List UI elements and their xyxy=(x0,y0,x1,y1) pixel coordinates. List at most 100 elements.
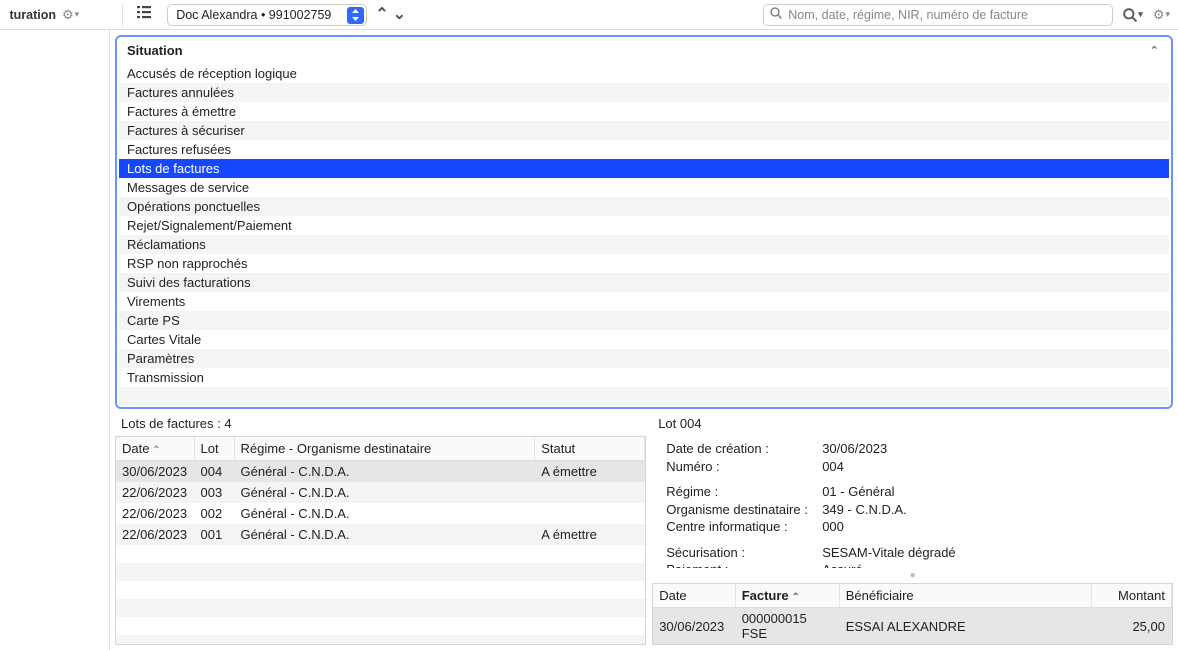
situation-item[interactable]: Factures refusées xyxy=(119,140,1169,159)
view-settings-menu[interactable]: ⚙︎▾ xyxy=(1153,7,1170,23)
table-cell: A émettre xyxy=(535,461,645,483)
situation-item[interactable]: Factures à émettre xyxy=(119,102,1169,121)
resize-handle-icon[interactable]: ● xyxy=(652,568,1173,583)
record-prev-next[interactable]: ⌃ ⌄ xyxy=(373,7,408,23)
detail-key: Paiement : xyxy=(666,561,816,568)
table-filler-row xyxy=(116,563,645,581)
detail-row: Date de création : 30/06/2023 xyxy=(666,440,1159,458)
detail-row: Centre informatique : 000 xyxy=(666,518,1159,536)
situation-item[interactable]: Virements xyxy=(119,292,1169,311)
table-cell: 003 xyxy=(194,482,234,503)
table-row[interactable]: 22/06/2023003Général - C.N.D.A. xyxy=(116,482,645,503)
chevron-down-icon[interactable]: ⌄ xyxy=(391,7,408,23)
table-filler-row xyxy=(116,545,645,563)
left-sidebar-gutter xyxy=(0,30,110,650)
detail-row: Régime :01 - Général xyxy=(666,483,1159,501)
situation-item[interactable]: Messages de service xyxy=(119,178,1169,197)
table-cell xyxy=(535,482,645,503)
col-facture[interactable]: Facture xyxy=(735,584,839,608)
table-row[interactable]: 22/06/2023002Général - C.N.D.A. xyxy=(116,503,645,524)
lot-invoices-grid[interactable]: Date Facture Bénéficiaire Montant 30/06/… xyxy=(652,583,1173,645)
table-filler-row xyxy=(116,635,645,645)
detail-value: 30/06/2023 xyxy=(822,440,887,458)
list-view-icon[interactable] xyxy=(129,5,161,24)
detail-value: 349 - C.N.D.A. xyxy=(822,501,907,519)
search-input[interactable] xyxy=(763,4,1113,26)
col-regime[interactable]: Régime - Organisme destinataire xyxy=(234,437,535,461)
table-cell: ESSAI ALEXANDRE xyxy=(839,608,1091,645)
lot-detail-pane: Lot 004 Date de création :30/06/2023Numé… xyxy=(652,413,1173,645)
lots-grid[interactable]: Date Lot Régime - Organisme destinataire… xyxy=(115,436,646,645)
col-lot[interactable]: Lot xyxy=(194,437,234,461)
detail-key: Date de création : xyxy=(666,440,816,458)
chevron-up-icon[interactable]: ⌃ xyxy=(373,7,390,23)
table-row[interactable]: 30/06/2023000000015 FSEESSAI ALEXANDRE25… xyxy=(653,608,1171,645)
detail-value: 000 xyxy=(822,518,844,536)
detail-key: Centre informatique : xyxy=(666,518,816,536)
table-cell: 22/06/2023 xyxy=(116,524,194,545)
toolbar: turation ⚙︎▾ Doc Alexandra • 991002759 ⌃… xyxy=(0,0,1178,30)
table-cell: 30/06/2023 xyxy=(116,461,194,483)
table-cell: A émettre xyxy=(535,524,645,545)
table-cell: Général - C.N.D.A. xyxy=(234,461,535,483)
situation-item[interactable]: Transmission xyxy=(119,368,1169,387)
table-cell: 30/06/2023 xyxy=(653,608,735,645)
col-montant[interactable]: Montant xyxy=(1092,584,1172,608)
situation-item[interactable]: RSP non rapprochés xyxy=(119,254,1169,273)
situation-item[interactable]: Rejet/Signalement/Paiement xyxy=(119,216,1169,235)
detail-row: Organisme destinataire : 349 - C.N.D.A. xyxy=(666,501,1159,519)
col-beneficiaire[interactable]: Bénéficiaire xyxy=(839,584,1091,608)
lots-count-label: Lots de factures : 4 xyxy=(115,413,646,436)
search-group xyxy=(763,4,1113,26)
lots-split-view: Lots de factures : 4 Date Lot Régime - O… xyxy=(115,413,1173,645)
app-section-label: turation xyxy=(0,8,56,22)
situation-item[interactable]: Cartes Vitale xyxy=(119,330,1169,349)
toolbar-divider xyxy=(85,3,123,26)
table-cell: 22/06/2023 xyxy=(116,503,194,524)
situation-heading: Situation xyxy=(127,43,183,58)
practitioner-dropdown[interactable]: Doc Alexandra • 991002759 xyxy=(167,4,367,26)
lots-pane: Lots de factures : 4 Date Lot Régime - O… xyxy=(115,413,646,645)
situation-item[interactable]: Factures annulées xyxy=(119,83,1169,102)
list-blank-row xyxy=(119,387,1169,405)
situation-item[interactable]: Accusés de réception logique xyxy=(119,64,1169,83)
table-cell: 001 xyxy=(194,524,234,545)
table-cell: 004 xyxy=(194,461,234,483)
module-settings-menu[interactable]: ⚙︎▾ xyxy=(62,7,79,23)
situation-item[interactable]: Suivi des facturations xyxy=(119,273,1169,292)
search-icon xyxy=(770,7,782,22)
detail-row: Sécurisation : SESAM-Vitale dégradé xyxy=(666,544,1159,562)
situation-item[interactable]: Factures à sécuriser xyxy=(119,121,1169,140)
table-row[interactable]: 22/06/2023001Général - C.N.D.A.A émettre xyxy=(116,524,645,545)
situation-panel: Situation ⌃ Accusés de réception logique… xyxy=(115,35,1173,409)
situation-item[interactable]: Lots de factures xyxy=(119,159,1169,178)
col-date[interactable]: Date xyxy=(116,437,194,461)
col-statut[interactable]: Statut xyxy=(535,437,645,461)
detail-key: Sécurisation : xyxy=(666,544,816,562)
lot-detail-heading: Lot 004 xyxy=(652,413,1173,436)
col-date[interactable]: Date xyxy=(653,584,735,608)
detail-row: Numéro :004 xyxy=(666,458,1159,476)
table-cell: Général - C.N.D.A. xyxy=(234,524,535,545)
table-filler-row xyxy=(116,581,645,599)
dropdown-arrow-icon xyxy=(347,7,364,24)
workarea: Situation ⌃ Accusés de réception logique… xyxy=(0,30,1178,650)
main-content: Situation ⌃ Accusés de réception logique… xyxy=(110,30,1178,650)
situation-item[interactable]: Réclamations xyxy=(119,235,1169,254)
table-cell: 000000015 FSE xyxy=(735,608,839,645)
detail-key: Organisme destinataire : xyxy=(666,501,816,519)
table-cell: 25,00 xyxy=(1092,608,1172,645)
detail-key: Régime : xyxy=(666,483,816,501)
detail-key: Numéro : xyxy=(666,458,816,476)
chevron-up-icon[interactable]: ⌃ xyxy=(1150,44,1159,57)
situation-item[interactable]: Paramètres xyxy=(119,349,1169,368)
situation-item[interactable]: Opérations ponctuelles xyxy=(119,197,1169,216)
table-cell: 002 xyxy=(194,503,234,524)
detail-value: Assuré xyxy=(822,561,862,568)
situation-item[interactable]: Carte PS xyxy=(119,311,1169,330)
table-row[interactable]: 30/06/2023004Général - C.N.D.A.A émettre xyxy=(116,461,645,483)
table-cell: Général - C.N.D.A. xyxy=(234,482,535,503)
lot-detail-fields: Date de création : 30/06/2023Numéro :004 R… xyxy=(652,436,1173,568)
detail-value: SESAM-Vitale dégradé xyxy=(822,544,955,562)
search-options-menu[interactable]: ▾ xyxy=(1123,8,1143,22)
